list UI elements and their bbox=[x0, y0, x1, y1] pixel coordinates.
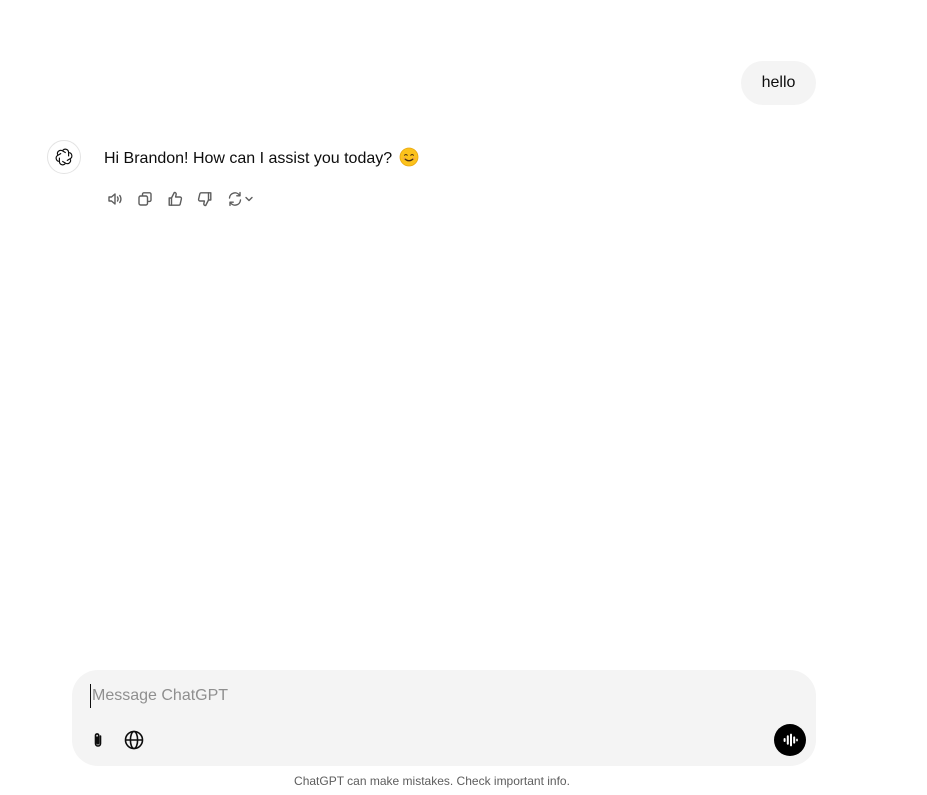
bad-response-button[interactable] bbox=[193, 187, 217, 211]
assistant-message-text: Hi Brandon! How can I assist you today? bbox=[104, 150, 393, 167]
user-message-text: hello bbox=[761, 74, 796, 91]
regenerate-button[interactable] bbox=[223, 187, 257, 211]
disclaimer-text: ChatGPT can make mistakes. Check importa… bbox=[294, 774, 570, 788]
user-message-bubble: hello bbox=[741, 61, 816, 105]
read-aloud-button[interactable] bbox=[103, 187, 127, 211]
copy-button[interactable] bbox=[133, 187, 157, 211]
smiling-face-icon bbox=[399, 147, 419, 167]
copy-icon bbox=[138, 192, 152, 206]
message-input[interactable] bbox=[90, 684, 740, 708]
message-composer bbox=[72, 670, 816, 766]
chevron-down-icon bbox=[245, 196, 253, 202]
search-web-button[interactable] bbox=[120, 726, 148, 754]
chat-page: hello Hi Brandon! How can I assist you t… bbox=[0, 0, 927, 795]
paperclip-icon bbox=[94, 733, 102, 747]
openai-logo-icon bbox=[55, 148, 73, 166]
assistant-avatar bbox=[47, 140, 81, 174]
refresh-icon bbox=[228, 191, 242, 207]
thumbs-down-icon bbox=[197, 192, 212, 207]
thumbs-up-icon bbox=[168, 191, 183, 206]
assistant-message: Hi Brandon! How can I assist you today? bbox=[104, 147, 419, 170]
globe-icon bbox=[124, 730, 144, 750]
speaker-icon bbox=[108, 193, 122, 205]
attach-file-button[interactable] bbox=[84, 726, 112, 754]
good-response-button[interactable] bbox=[163, 187, 187, 211]
message-actions bbox=[103, 187, 263, 211]
voice-waveform-icon bbox=[783, 733, 798, 747]
voice-mode-button[interactable] bbox=[774, 724, 806, 756]
